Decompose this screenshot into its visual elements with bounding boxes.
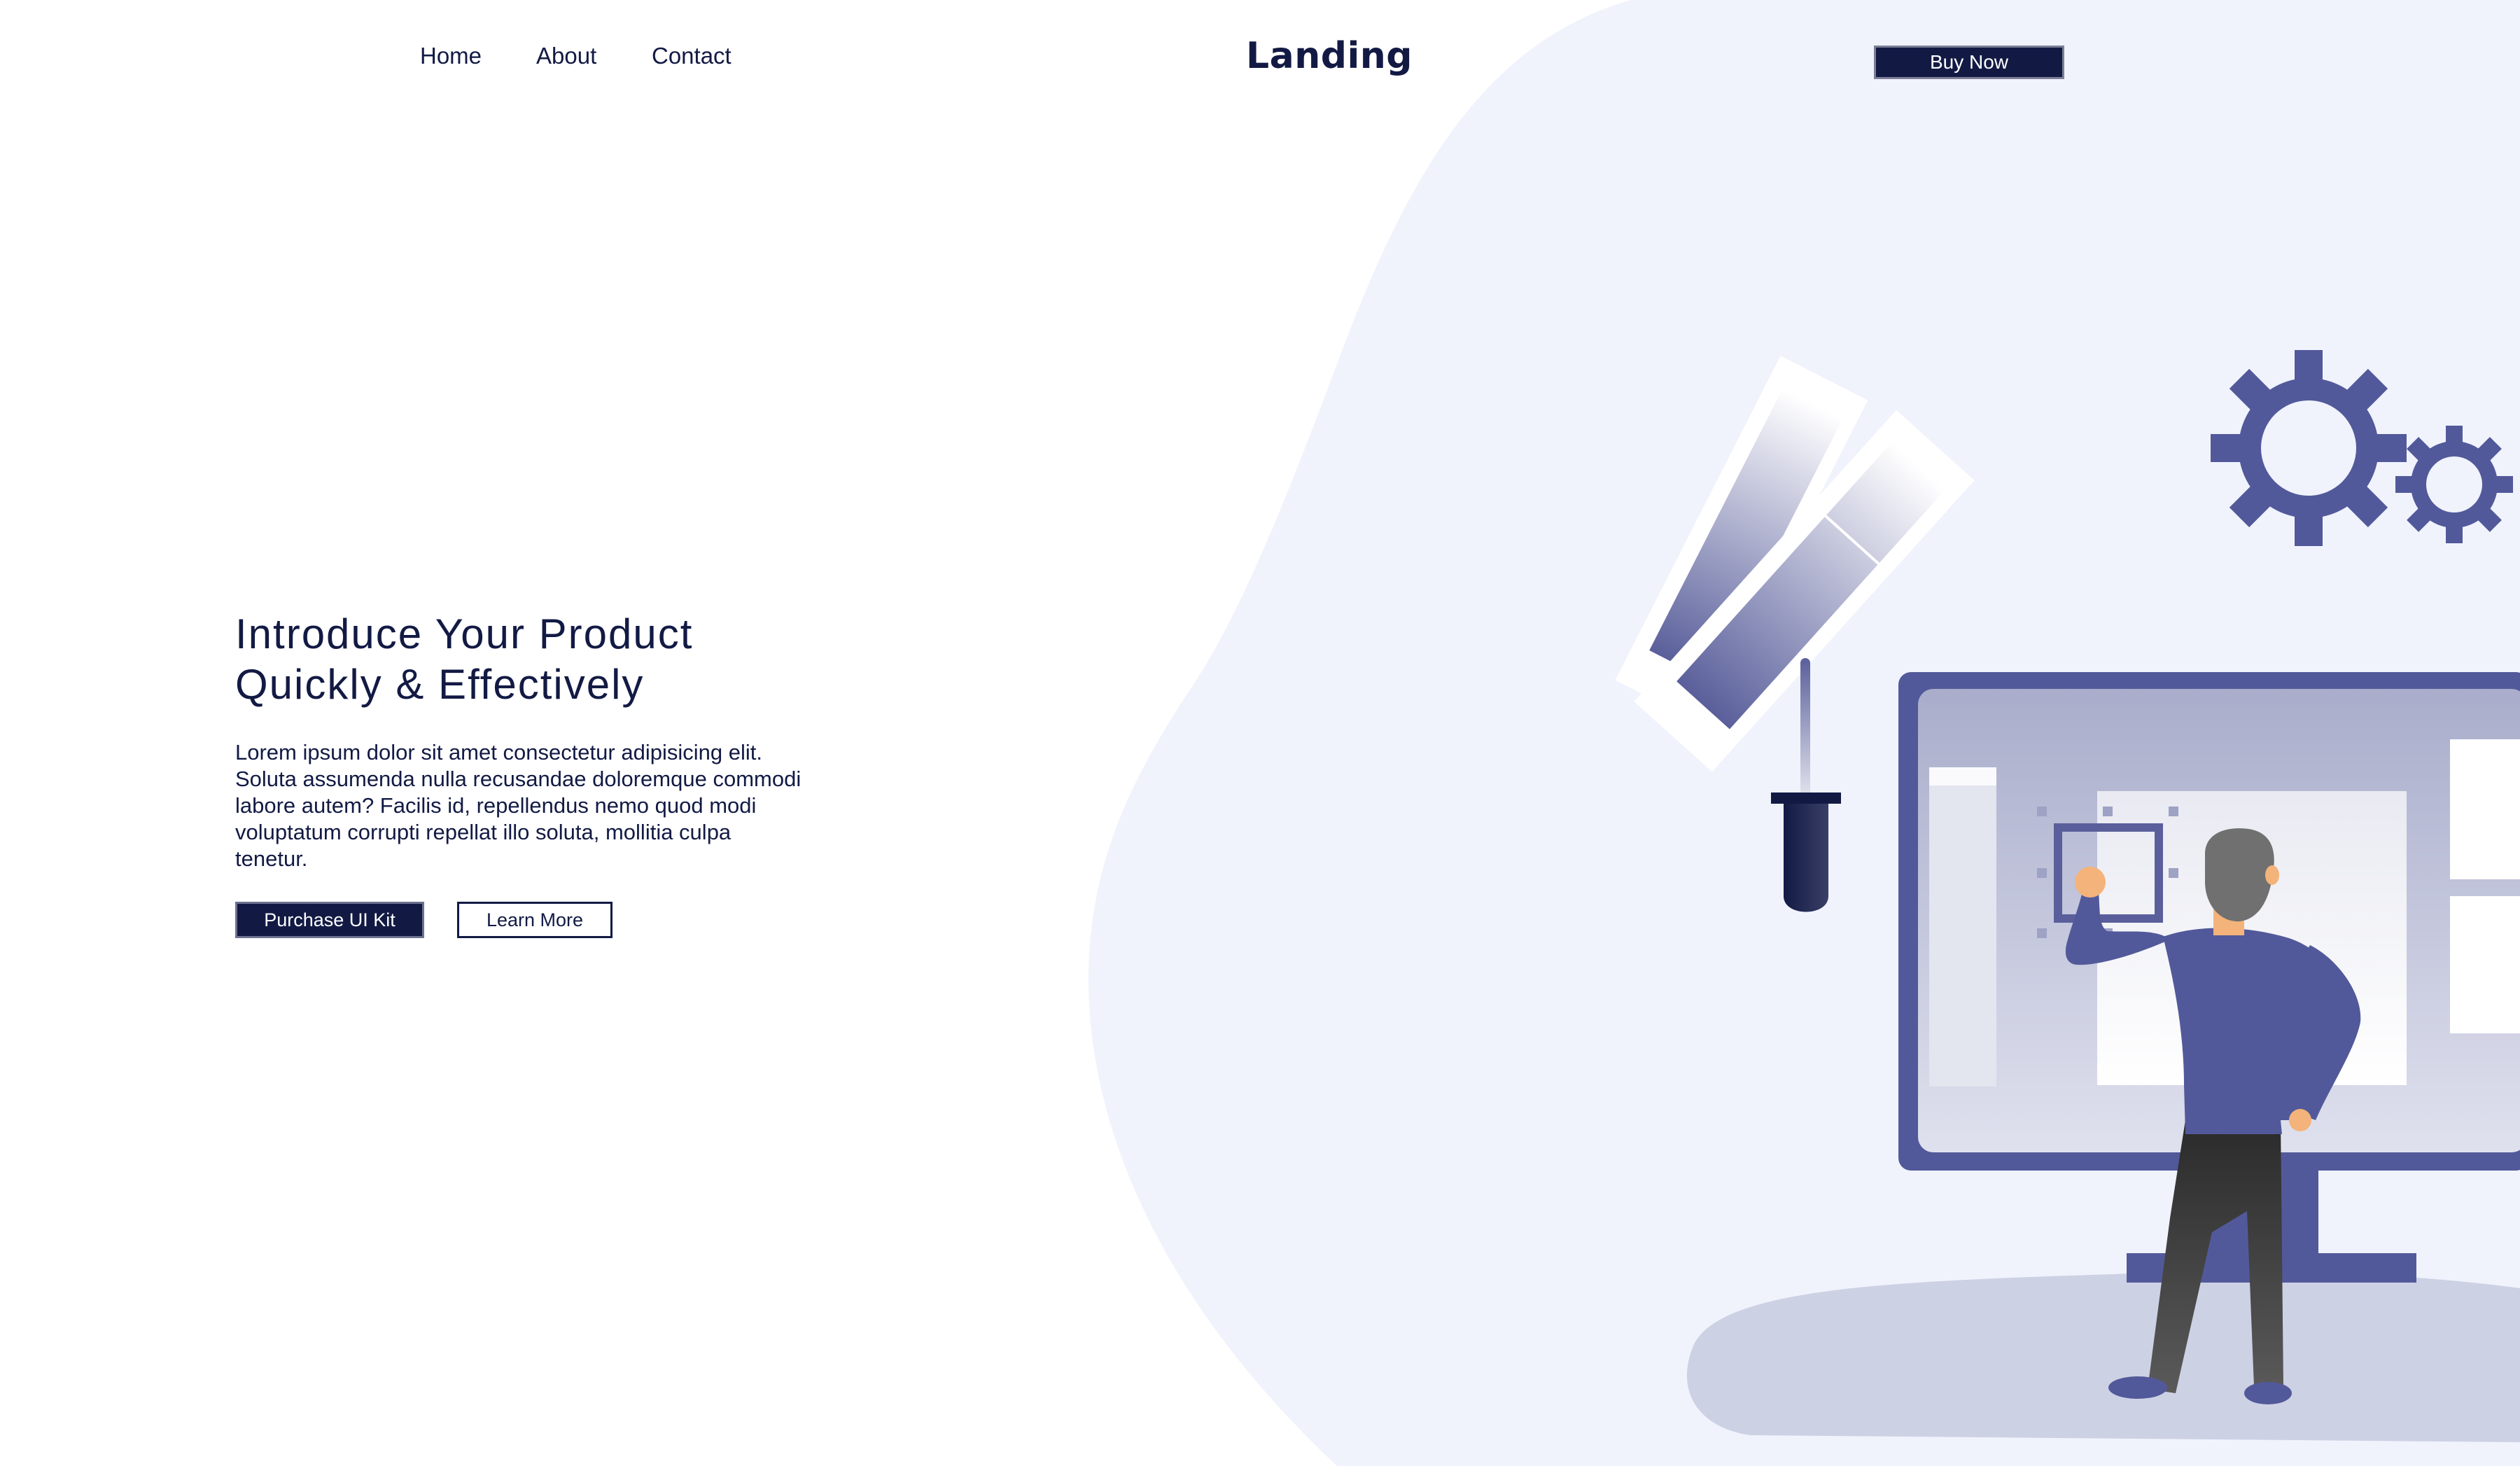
- nav-link-home[interactable]: Home: [420, 41, 482, 71]
- hero-title-line-2: Quickly & Effectively: [235, 661, 645, 708]
- hero-section: Introduce Your Product Quickly & Effecti…: [235, 609, 865, 938]
- hero-title: Introduce Your Product Quickly & Effecti…: [235, 609, 851, 710]
- hero-illustration: [1615, 350, 2520, 1442]
- hero-description: Lorem ipsum dolor sit amet consectetur a…: [235, 740, 802, 871]
- hero-title-line-1: Introduce Your Product: [235, 610, 694, 657]
- hero-button-row: Purchase UI Kit Learn More: [235, 902, 865, 938]
- large-gear-icon: [2211, 350, 2407, 546]
- floor-shadow: [1686, 1271, 2520, 1442]
- learn-more-button[interactable]: Learn More: [457, 902, 612, 938]
- purchase-ui-kit-button[interactable]: Purchase UI Kit: [235, 902, 424, 938]
- nav-link-about[interactable]: About: [536, 41, 596, 71]
- top-navigation: Home About Contact: [0, 41, 2520, 71]
- eyedropper-icon: [1771, 658, 1841, 912]
- small-gear-icon: [2395, 426, 2513, 543]
- nav-link-contact[interactable]: Contact: [652, 41, 732, 71]
